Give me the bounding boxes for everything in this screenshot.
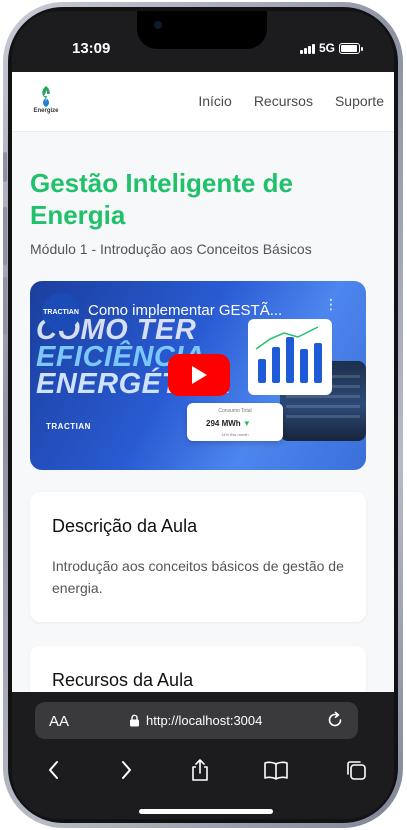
stat-value: 294 MWh ▼ — [206, 419, 251, 428]
description-title: Descrição da Aula — [52, 516, 198, 536]
reload-icon[interactable] — [326, 711, 344, 734]
back-icon[interactable] — [40, 756, 68, 784]
camera — [154, 21, 162, 29]
stat-sub: 11% this month — [221, 432, 249, 437]
home-indicator[interactable] — [139, 809, 273, 814]
thumbnail-stat-card: Consumo Total 294 MWh ▼ 11% this month — [187, 403, 283, 441]
play-icon — [192, 366, 207, 384]
more-options-icon[interactable]: ⋮ — [324, 297, 338, 311]
battery-icon — [339, 42, 363, 54]
volume-up-button — [3, 207, 7, 265]
page-title: Gestão Inteligente de Energia — [30, 168, 293, 230]
resources-title: Recursos da Aula — [52, 670, 194, 690]
address-bar[interactable]: AA http://localhost:3004 — [35, 702, 358, 739]
stat-label: Consumo Total — [218, 408, 252, 414]
channel-avatar[interactable]: TRACTIAN — [42, 293, 80, 331]
bookmarks-icon[interactable] — [262, 756, 290, 784]
phone-frame: 13:09 5G Energize Início Recursos Suport… — [3, 2, 403, 828]
play-button[interactable] — [168, 354, 230, 396]
forward-icon[interactable] — [112, 756, 140, 784]
nav-link-inicio[interactable]: Início — [198, 93, 231, 109]
video-embed[interactable]: COMO TER EFICIÊNCIA ENERGÉTICA TRACTIAN … — [30, 281, 366, 470]
screen: 13:09 5G Energize Início Recursos Suport… — [12, 11, 394, 819]
lock-icon — [130, 714, 139, 727]
signal-icon — [299, 43, 315, 54]
dynamic-notch — [137, 11, 267, 49]
status-bar: 13:09 5G — [12, 11, 394, 72]
module-subtitle: Módulo 1 - Introdução aos Conceitos Bási… — [30, 241, 312, 257]
logo-text: Energize — [33, 108, 59, 114]
resources-card: Recursos da Aula — [30, 646, 366, 692]
web-viewport[interactable]: Energize Início Recursos Suporte Gestão … — [12, 72, 394, 692]
network-label: 5G — [318, 41, 335, 55]
description-text: Introdução aos conceitos básicos de gest… — [52, 558, 344, 596]
site-logo[interactable]: Energize — [30, 84, 62, 120]
status-time: 13:09 — [72, 40, 111, 57]
volume-down-button — [3, 277, 7, 335]
mute-switch — [3, 152, 7, 182]
main-content: Gestão Inteligente de Energia Módulo 1 -… — [30, 167, 376, 692]
nav-links: Início Recursos Suporte — [198, 93, 384, 109]
browser-toolbar — [12, 756, 394, 786]
channel-name: TRACTIAN — [43, 308, 79, 316]
browser-bottom-bar: AA http://localhost:3004 — [12, 692, 394, 819]
status-icons: 5G — [299, 41, 363, 55]
nav-link-recursos[interactable]: Recursos — [254, 93, 313, 109]
tabs-icon[interactable] — [342, 756, 370, 784]
thumbnail-brand: TRACTIAN — [46, 422, 91, 431]
logo-mark-icon — [42, 86, 50, 107]
thumbnail-chart — [248, 319, 332, 395]
share-icon[interactable] — [186, 756, 214, 784]
url-text: http://localhost:3004 — [146, 713, 263, 728]
nav-link-suporte[interactable]: Suporte — [335, 93, 384, 109]
video-title[interactable]: Como implementar GESTÃ... — [88, 302, 282, 319]
text-size-button[interactable]: AA — [49, 713, 69, 730]
url-display[interactable]: http://localhost:3004 — [129, 713, 262, 728]
description-card: Descrição da Aula Introdução aos conceit… — [30, 492, 366, 622]
site-navbar: Energize Início Recursos Suporte — [12, 72, 394, 132]
